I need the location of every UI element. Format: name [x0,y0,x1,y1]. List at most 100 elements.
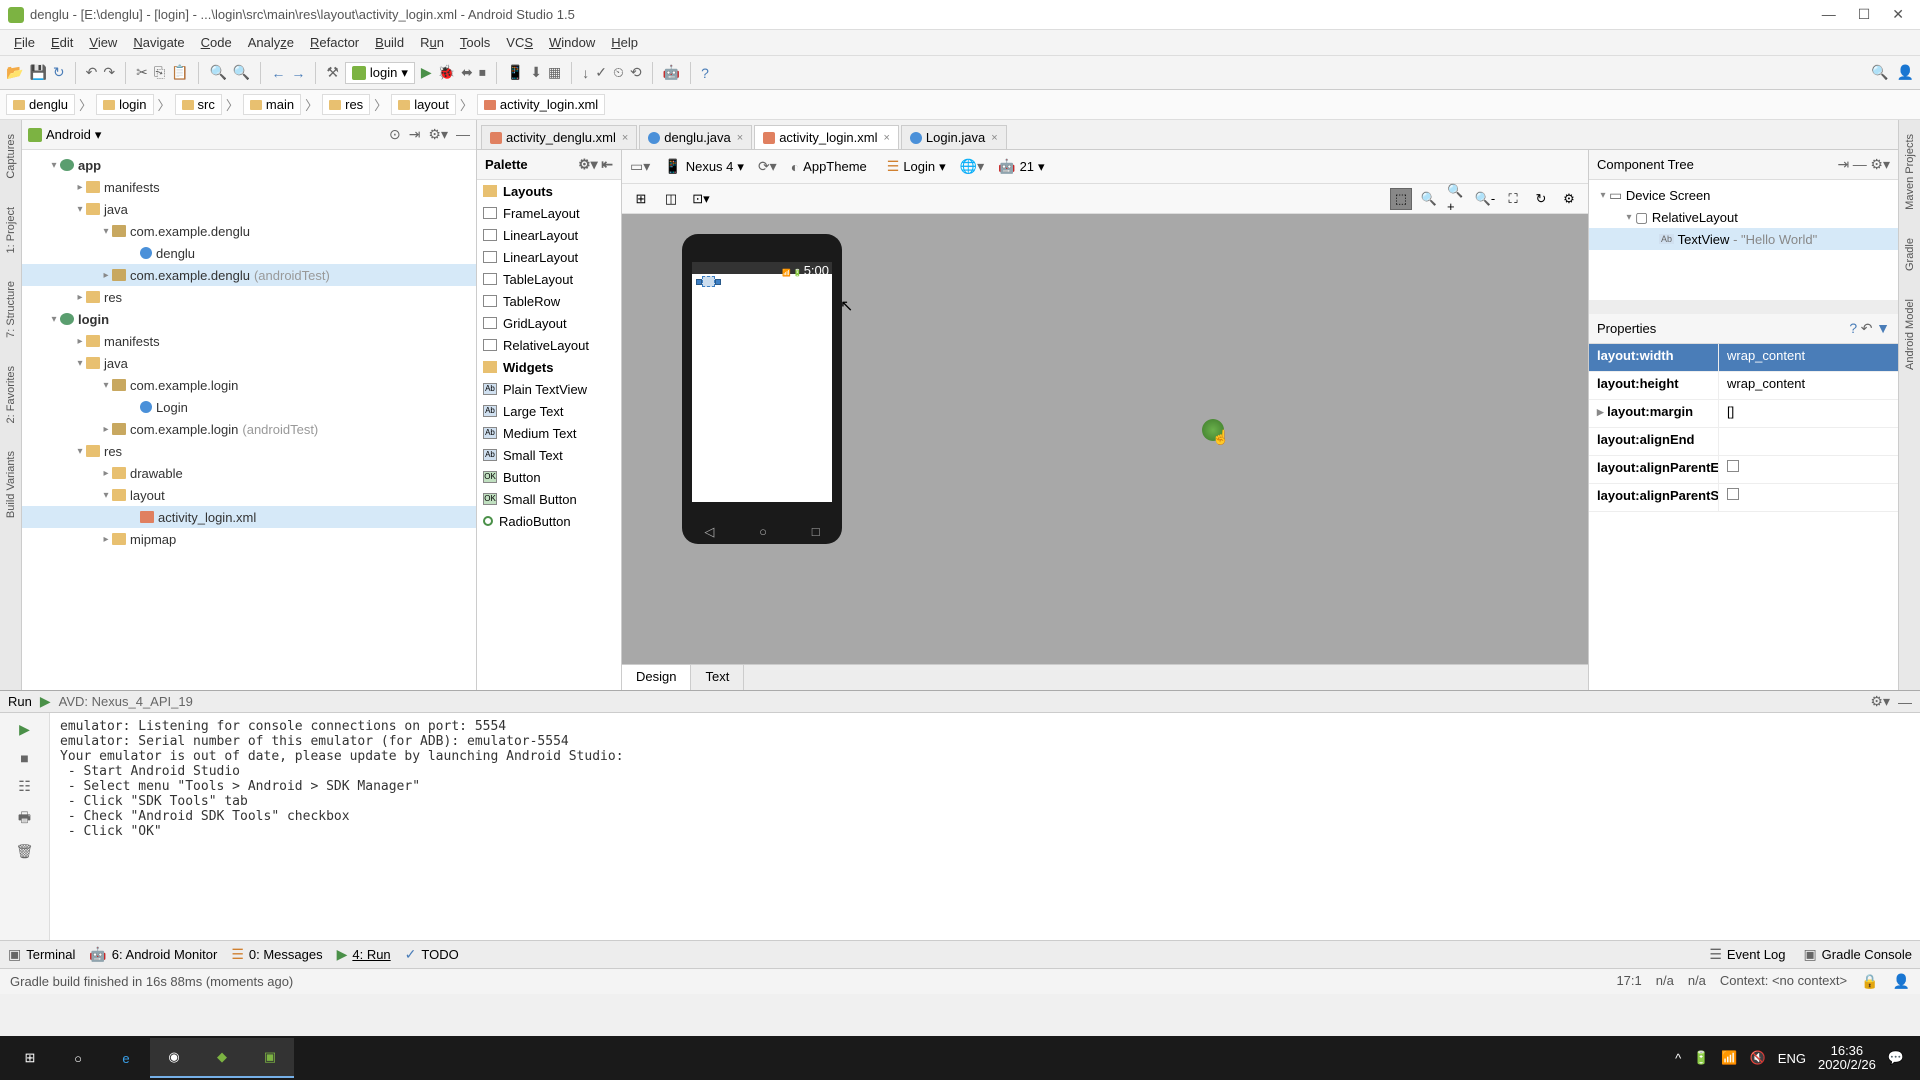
help-icon[interactable]: ? [701,65,709,81]
menu-vcs[interactable]: VCS [498,32,541,53]
android-logo-icon[interactable]: 🤖 [663,64,680,81]
bc-login[interactable]: login [96,94,153,115]
debug-icon[interactable]: 🐞 [438,64,455,81]
menu-build[interactable]: Build [367,32,412,53]
locale-icon[interactable]: 🌐▾ [960,158,984,175]
history-icon[interactable]: ⏲ [613,64,624,81]
sync-icon[interactable]: ↻ [53,64,65,81]
close-icon[interactable]: × [622,132,628,144]
bc-layout[interactable]: layout [391,94,456,115]
tab-todo[interactable]: ✓TODO [405,946,459,963]
tab-gradle-console[interactable]: ▣Gradle Console [1803,946,1912,963]
reset-icon[interactable]: ↶ [1861,320,1873,336]
minimize-button[interactable]: — [1822,6,1836,23]
run-icon[interactable]: ▶ [421,64,432,81]
update-icon[interactable]: ↓ [582,65,589,81]
menu-tools[interactable]: Tools [452,32,498,53]
replace-icon[interactable]: 🔍 [233,64,250,81]
tab-messages[interactable]: ☰0: Messages [231,946,322,963]
menu-file[interactable]: File [6,32,43,53]
close-button[interactable]: ✕ [1892,6,1904,23]
project-view-dropdown[interactable]: Android ▾ [28,127,101,143]
menu-code[interactable]: Code [193,32,240,53]
menu-navigate[interactable]: Navigate [125,32,192,53]
search-everywhere-icon[interactable]: 🔍 [1871,64,1888,81]
run-config-dropdown[interactable]: login ▾ [345,62,415,84]
forward-icon[interactable]: → [291,65,305,81]
menu-refactor[interactable]: Refactor [302,32,367,53]
start-button[interactable]: ⊞ [6,1038,54,1078]
menu-analyze[interactable]: Analyze [240,32,302,53]
revert-icon[interactable]: ⟲ [630,64,642,81]
android-studio-button[interactable]: ◆ [198,1038,246,1078]
orientation-icon[interactable]: ⟳▾ [758,158,777,175]
tab-denglu-java[interactable]: denglu.java× [639,125,752,149]
constraint-icon[interactable]: ⊞ [630,188,652,210]
explorer-button[interactable]: ▣ [246,1038,294,1078]
menu-view[interactable]: View [81,32,125,53]
settings-icon[interactable]: ⚙ [1558,188,1580,210]
design-canvas[interactable]: 📶 🔋 5:00 ◁○□ ↖ ☝ [622,214,1588,664]
hide-icon[interactable]: — [1853,156,1867,172]
battery-icon[interactable]: 🔋 [1693,1050,1709,1066]
gear-icon[interactable]: ⚙▾ [1870,156,1890,172]
zoom-actual-icon[interactable]: 🔍 [1418,188,1440,210]
gutter-gradle[interactable]: Gradle [1902,234,1918,275]
select-icon[interactable]: ⬚ [1390,188,1412,210]
theme-dropdown[interactable]: ◐AppTheme [785,157,873,177]
hide-icon[interactable]: — [456,126,470,143]
bc-denglu[interactable]: denglu [6,94,75,115]
device-icon[interactable]: ▭▾ [630,158,650,175]
gutter-favorites[interactable]: 2: Favorites [3,362,19,427]
maximize-button[interactable]: ☐ [1858,6,1871,23]
wifi-icon[interactable]: 📶 [1721,1050,1737,1066]
gear-icon[interactable]: ⚙▾ [578,156,598,172]
zoom-fit-icon[interactable]: ⛶ [1502,188,1524,210]
collapse-icon[interactable]: ⇥ [409,126,421,143]
help-icon[interactable]: ? [1849,320,1857,336]
lock-icon[interactable]: 🔒 [1861,973,1878,990]
device-screen[interactable]: 📶 🔋 5:00 [692,262,832,502]
menu-run[interactable]: Run [412,32,452,53]
properties-table[interactable]: layout:widthwrap_content layout:heightwr… [1589,344,1898,690]
save-icon[interactable]: 💾 [29,64,46,81]
device-dropdown[interactable]: 📱Nexus 4▾ [658,156,750,177]
rerun-icon[interactable]: ▶ [19,721,30,738]
bc-main[interactable]: main [243,94,301,115]
close-icon[interactable]: × [737,132,743,144]
palette-list[interactable]: Layouts FrameLayout LinearLayout LinearL… [477,180,621,690]
paste-icon[interactable]: 📋 [171,64,188,81]
filter-icon[interactable]: ▼ [1876,320,1890,336]
tab-activity-login[interactable]: activity_login.xml× [754,125,899,149]
menu-edit[interactable]: Edit [43,32,81,53]
gear-icon[interactable]: ⚙▾ [428,126,448,143]
refresh-icon[interactable]: ↻ [1530,188,1552,210]
gutter-maven[interactable]: Maven Projects [1902,130,1918,214]
close-icon[interactable]: × [883,132,889,144]
tab-android-monitor[interactable]: 🤖6: Android Monitor [89,946,217,963]
gutter-structure[interactable]: 7: Structure [3,277,19,342]
tab-eventlog[interactable]: ☰Event Log [1709,946,1785,963]
activity-dropdown[interactable]: ☰Login▾ [881,156,952,177]
tab-run[interactable]: ▶4: Run [337,946,391,963]
gear-icon[interactable]: ⚙▾ [1870,693,1890,710]
project-tree[interactable]: ▾app ▸manifests ▾java ▾com.example.dengl… [22,150,476,690]
sdk-icon[interactable]: ⬇ [530,64,542,81]
tab-login-java[interactable]: Login.java× [901,125,1007,149]
run-output[interactable]: emulator: Listening for console connecti… [50,713,1920,940]
stop-icon[interactable]: ■ [20,750,28,766]
avd-icon[interactable]: 📱 [507,64,524,81]
text-tab[interactable]: Text [691,665,744,690]
copy-icon[interactable]: ⎘ [154,64,165,81]
menu-window[interactable]: Window [541,32,603,53]
expand-icon[interactable]: ⇥ [1837,156,1849,172]
component-tree[interactable]: ▾▭ Device Screen ▾▢ RelativeLayout Ab Te… [1589,180,1898,300]
viewmode-icon[interactable]: ⊡▾ [690,188,712,210]
tab-terminal[interactable]: ▣Terminal [8,946,75,963]
menu-help[interactable]: Help [603,32,646,53]
commit-icon[interactable]: ✓ [595,64,607,81]
tray-chevron-icon[interactable]: ^ [1675,1051,1681,1066]
hide-icon[interactable]: ⇤ [601,156,613,172]
cortana-button[interactable]: ○ [54,1038,102,1078]
hector-icon[interactable]: 👤 [1893,973,1910,990]
